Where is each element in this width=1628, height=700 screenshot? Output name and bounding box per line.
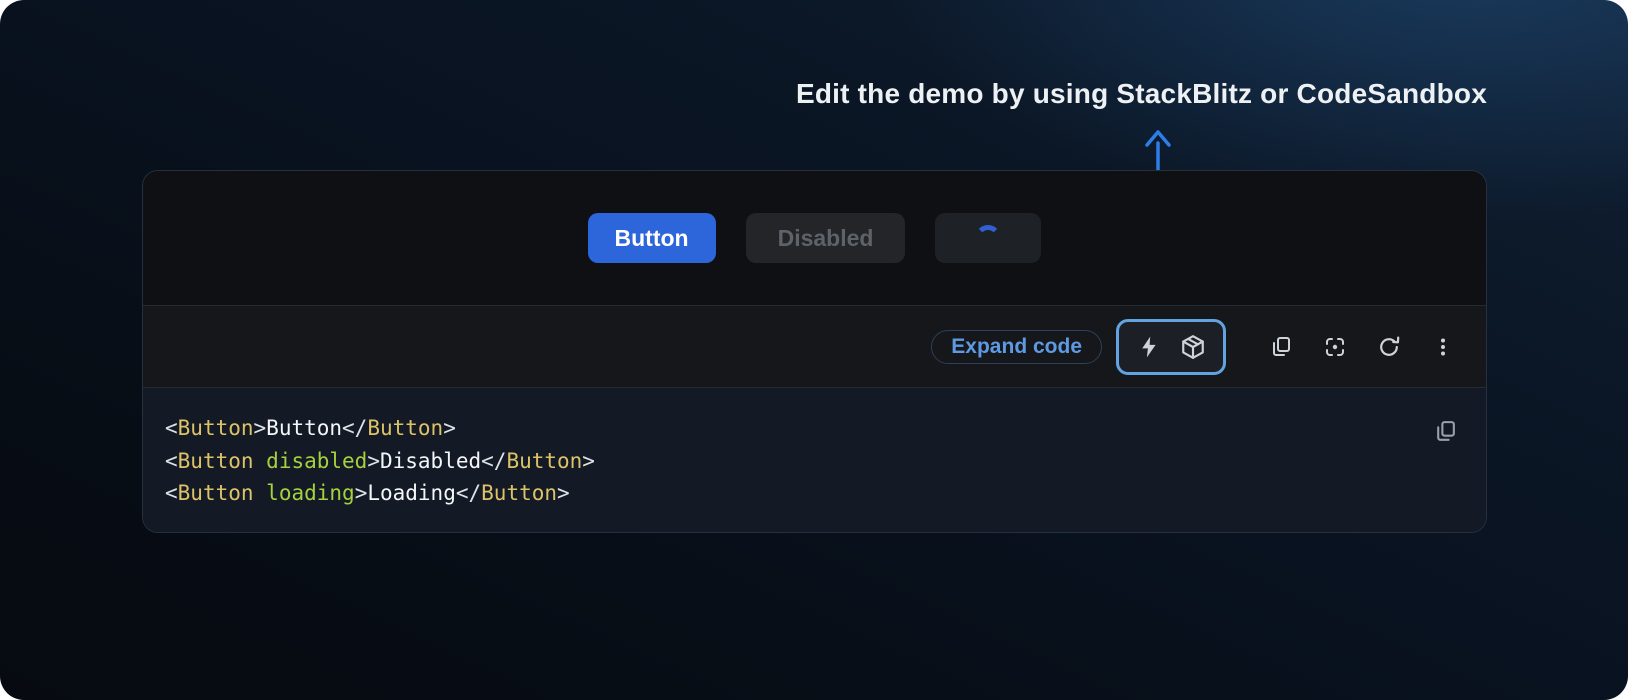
annotation-text: Edit the demo by using StackBlitz or Cod… xyxy=(796,78,1487,110)
code-line: <Button disabled>Disabled</Button> xyxy=(165,445,1462,478)
more-icon[interactable] xyxy=(1430,334,1456,360)
demo-page: Edit the demo by using StackBlitz or Cod… xyxy=(0,0,1628,700)
code-section: <Button>Button</Button><Button disabled>… xyxy=(143,387,1486,532)
sandbox-icons-group xyxy=(1116,319,1226,375)
demo-preview: Button Disabled xyxy=(143,171,1486,305)
code-block[interactable]: <Button>Button</Button><Button disabled>… xyxy=(165,412,1462,510)
code-line: <Button loading>Loading</Button> xyxy=(165,477,1462,510)
expand-code-button[interactable]: Expand code xyxy=(931,330,1102,364)
demo-card: Button Disabled Expand code xyxy=(142,170,1487,533)
loading-button[interactable] xyxy=(935,213,1041,263)
copy-icon[interactable] xyxy=(1268,334,1294,360)
primary-button[interactable]: Button xyxy=(588,213,716,263)
demo-toolbar: Expand code xyxy=(143,305,1486,387)
refresh-icon[interactable] xyxy=(1376,334,1402,360)
loading-spinner-icon xyxy=(975,225,1001,251)
codesandbox-icon[interactable] xyxy=(1180,334,1206,360)
code-line: <Button>Button</Button> xyxy=(165,412,1462,445)
scan-icon[interactable] xyxy=(1322,334,1348,360)
code-copy-icon[interactable] xyxy=(1432,418,1458,444)
stackblitz-icon[interactable] xyxy=(1136,334,1162,360)
disabled-button[interactable]: Disabled xyxy=(746,213,906,263)
